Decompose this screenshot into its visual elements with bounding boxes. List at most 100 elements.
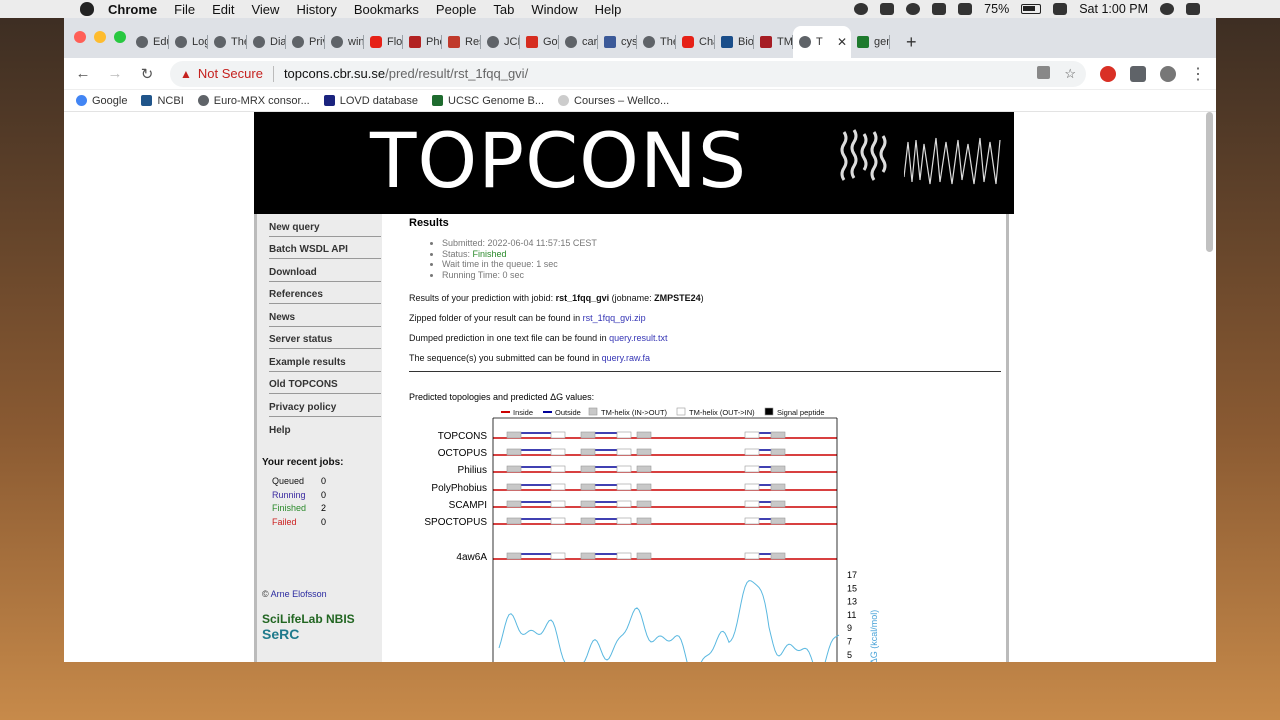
serc-logo[interactable]: SeRC [262,626,374,642]
bluetooth-icon[interactable] [932,3,947,15]
tab[interactable]: The [208,26,247,58]
reload-icon[interactable]: ↻ [138,65,156,83]
tab[interactable]: Phe [403,26,442,58]
tab-favicon-icon [487,36,499,48]
bookmark-lovd[interactable]: LOVD database [323,95,418,107]
apple-icon[interactable] [80,2,94,16]
tab[interactable]: TMH [754,26,793,58]
warning-icon[interactable]: ▲ [180,67,192,81]
tab[interactable]: Logi [169,26,208,58]
job-status-label[interactable]: Finished [272,503,321,517]
job-status-label[interactable]: Queued [272,476,321,490]
bookmark-star-icon[interactable]: ☆ [1064,66,1076,82]
extension-icons: ⋮ [1100,64,1206,84]
bookmark-google[interactable]: Google [76,95,127,107]
bookmark-ucsc[interactable]: UCSC Genome B... [432,95,544,107]
sequence-line: The sequence(s) you submitted can be fou… [409,353,1006,363]
bookmark-ncbi[interactable]: NCBI [141,95,184,107]
dropbox-icon[interactable] [880,3,895,15]
jobid-line: Results of your prediction with jobid: r… [409,293,1006,304]
minimize-window-button[interactable] [94,31,106,43]
wifi-icon[interactable] [958,3,973,15]
menu-bookmarks[interactable]: Bookmarks [354,2,419,17]
author-link[interactable]: Arne Elofsson [271,589,327,599]
close-tab-icon[interactable]: ✕ [837,35,851,49]
tab[interactable]: Cha [676,26,715,58]
menu-file[interactable]: File [174,2,195,17]
raw-fasta-link[interactable]: query.raw.fa [602,353,650,363]
forward-arrow-icon[interactable]: → [106,65,124,82]
menu-window[interactable]: Window [531,2,577,17]
result-txt-link[interactable]: query.result.txt [609,333,667,343]
tab[interactable]: genc [851,26,890,58]
url-host[interactable]: topcons.cbr.su.se [284,66,385,81]
adblock-icon[interactable] [1100,65,1116,82]
tab[interactable]: The [637,26,676,58]
flag-icon[interactable] [1053,3,1068,15]
address-bar[interactable]: ▲ Not Secure topcons.cbr.su.se/pred/resu… [170,60,1086,87]
sidebar-item-new-query[interactable]: New query [269,214,381,237]
sidebar-item-server-status[interactable]: Server status [269,327,381,349]
extensions-puzzle-icon[interactable] [1130,65,1146,82]
control-center-icon[interactable] [1186,3,1200,15]
job-status-label[interactable]: Running [272,490,321,504]
sidebar-item-references[interactable]: References [269,282,381,304]
tab[interactable]: care [559,26,598,58]
translate-icon[interactable] [1037,65,1051,79]
tab-active[interactable]: T ✕ [793,26,851,58]
close-window-button[interactable] [74,31,86,43]
tab[interactable]: wint [325,26,364,58]
page-scrollbar[interactable] [1206,112,1213,252]
tab[interactable]: Diag [247,26,286,58]
menu-app-name[interactable]: Chrome [108,2,157,17]
menu-history[interactable]: History [296,2,336,17]
tab-favicon-icon [214,36,226,48]
back-arrow-icon[interactable]: ← [74,65,92,82]
sidebar-item-news[interactable]: News [269,304,381,327]
battery-icon[interactable] [1021,4,1042,14]
menubar-clock[interactable]: Sat 1:00 PM [1079,2,1148,16]
recent-job-row[interactable]: Queued 0 [272,476,382,490]
job-status-count: 0 [321,489,327,500]
tab[interactable]: Priva [286,26,325,58]
menu-edit[interactable]: Edit [212,2,234,17]
sidebar-item-old-topcons[interactable]: Old TOPCONS [269,372,381,394]
security-status[interactable]: Not Secure [198,66,263,81]
url-path[interactable]: /pred/result/rst_1fqq_gvi/ [385,66,528,81]
bookmark-courses[interactable]: Courses – Wellco... [558,95,669,107]
job-status-label[interactable]: Failed [272,517,321,531]
sync-icon[interactable] [906,3,921,15]
recent-job-row[interactable]: Finished 2 [272,503,382,517]
tab[interactable]: Educ [130,26,169,58]
sidebar-item-example-results[interactable]: Example results [269,349,381,372]
menu-view[interactable]: View [251,2,279,17]
menu-tab[interactable]: Tab [493,2,514,17]
tab[interactable]: cyst [598,26,637,58]
sidebar-item-download[interactable]: Download [269,259,381,282]
sidebar-item-privacy-policy[interactable]: Privacy policy [269,394,381,417]
tab[interactable]: Flow [364,26,403,58]
spotlight-search-icon[interactable] [1160,3,1174,15]
scilifelab-logo[interactable]: SciLifeLab NBIS [262,612,374,626]
tab[interactable]: Rese [442,26,481,58]
predicted-topologies-title: Predicted topologies and predicted ΔG va… [409,392,595,403]
sidebar-item-help[interactable]: Help [269,417,381,440]
tab[interactable]: Biolo [715,26,754,58]
jobid-prefix: Results of your prediction with jobid: [409,293,556,304]
menu-help[interactable]: Help [595,2,622,17]
zoom-window-button[interactable] [114,31,126,43]
recent-job-row[interactable]: Running 0 [272,490,382,504]
results-heading: Results [409,217,449,229]
ucsc-icon [432,95,444,106]
menu-kebab-icon[interactable]: ⋮ [1190,64,1206,84]
new-tab-button[interactable]: + [906,32,917,53]
zip-download-link[interactable]: rst_1fqq_gvi.zip [583,313,646,323]
bookmark-euro-mrx[interactable]: Euro-MRX consor... [197,95,310,107]
sidebar-item-batch-wsdl-api[interactable]: Batch WSDL API [269,237,381,259]
tab[interactable]: Gove [520,26,559,58]
recent-job-row[interactable]: Failed 0 [272,517,382,531]
profile-avatar[interactable] [1160,65,1176,82]
menu-people[interactable]: People [436,2,476,17]
record-icon[interactable] [854,3,869,15]
tab[interactable]: JCR [481,26,520,58]
